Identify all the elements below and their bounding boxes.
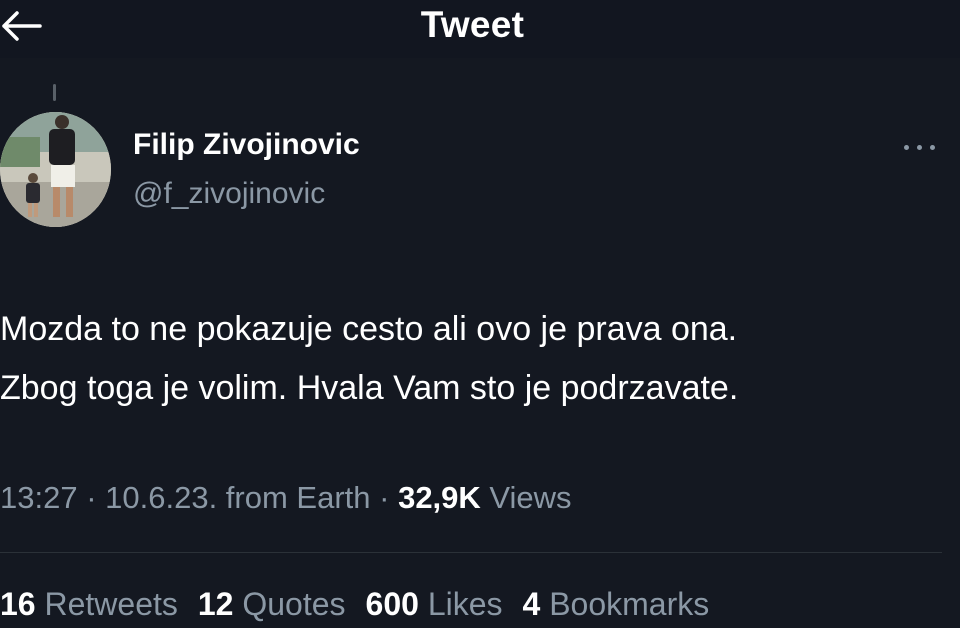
tweet-text-line: Zbog toga je volim. Hvala Vam sto je pod… <box>0 369 739 407</box>
more-horizontal-icon <box>904 145 909 150</box>
avatar-photo <box>0 112 111 227</box>
bookmarks-count: 4 <box>522 586 541 622</box>
author-display-name[interactable]: Filip Zivojinovic <box>133 128 360 162</box>
more-dot <box>930 145 935 150</box>
tweet-page: Tweet Filip Zivojinovic @f_zivojinovic M… <box>0 0 960 628</box>
views-label: Views <box>480 480 572 515</box>
author-handle[interactable]: @f_zivojinovic <box>133 177 325 211</box>
more-dot <box>917 145 922 150</box>
tweet-time[interactable]: 13:27 <box>0 480 78 515</box>
tweet-body: Mozda to ne pokazuje cesto ali ovo je pr… <box>0 300 960 418</box>
tweet-source: from Earth <box>217 480 371 515</box>
likes-label: Likes <box>418 586 503 622</box>
top-bar: Tweet <box>0 0 960 58</box>
retweets-stat[interactable]: 16 Retweets <box>0 586 178 623</box>
meta-separator: · <box>370 480 399 515</box>
quotes-stat[interactable]: 12 Quotes <box>198 586 346 623</box>
meta-separator: · <box>77 480 106 515</box>
bookmarks-stat[interactable]: 4 Bookmarks <box>523 586 710 623</box>
page-title: Tweet <box>420 4 525 45</box>
tweet-date[interactable]: 10.6.23. <box>105 480 217 515</box>
retweets-count: 16 <box>0 586 36 622</box>
retweets-label: Retweets <box>35 586 178 622</box>
more-options-button[interactable] <box>898 134 942 160</box>
likes-count: 600 <box>365 586 419 622</box>
divider <box>0 552 942 553</box>
likes-stat[interactable]: 600 Likes <box>366 586 503 623</box>
tweet-text-line: Mozda to ne pokazuje cesto ali ovo je pr… <box>0 310 738 348</box>
tweet-stats: 16 Retweets 12 Quotes 600 Likes 4 Bookmarks <box>0 586 729 623</box>
thread-connector <box>53 84 56 101</box>
bookmarks-label: Bookmarks <box>540 586 710 622</box>
views-count[interactable]: 32,9K <box>398 480 481 515</box>
tweet-meta: 13:27 · 10.6.23. from Earth · 32,9K View… <box>0 480 572 516</box>
avatar[interactable] <box>0 112 111 227</box>
quotes-count: 12 <box>197 586 234 622</box>
quotes-label: Quotes <box>233 586 346 622</box>
